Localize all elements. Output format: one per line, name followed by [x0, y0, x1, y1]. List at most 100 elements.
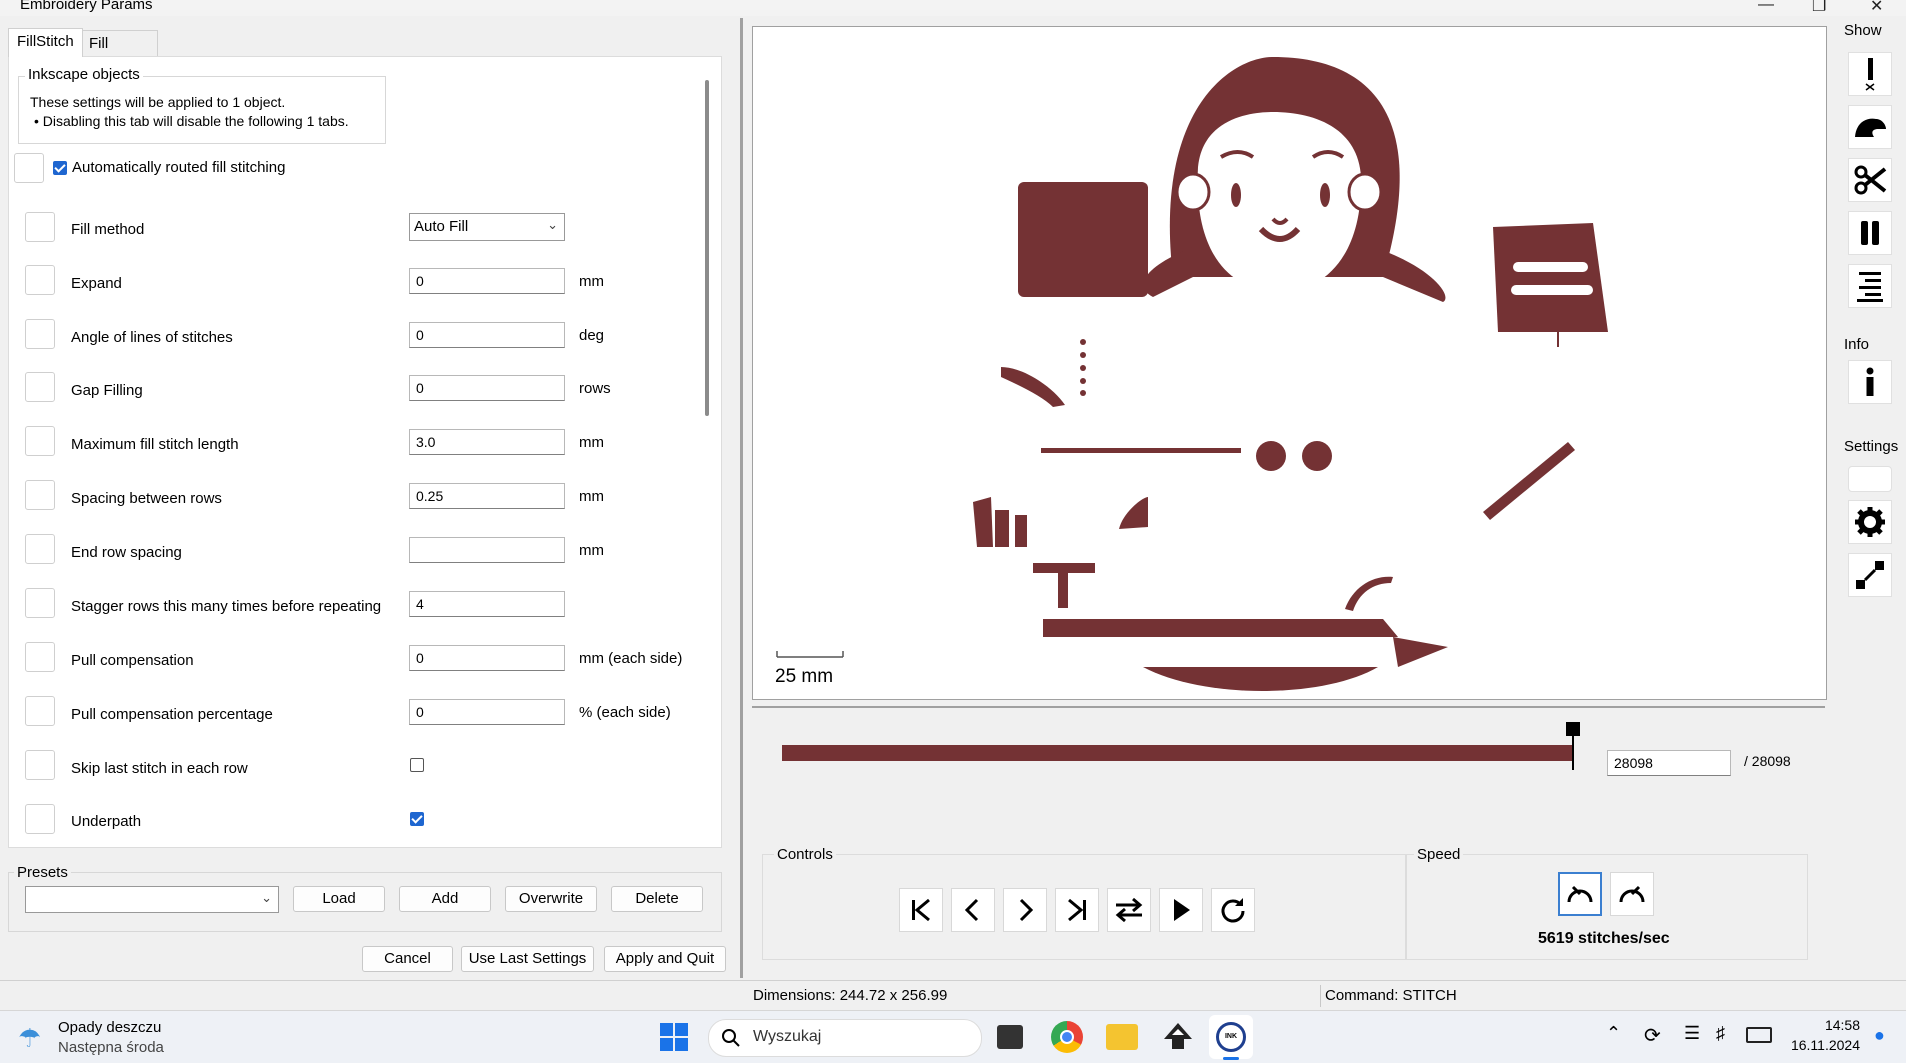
use-last-settings-button[interactable]: Use Last Settings [461, 946, 594, 972]
preset-add-button[interactable]: Add [399, 886, 491, 912]
restore-icon[interactable]: ❐ [1812, 0, 1826, 16]
param-toggle-underpath[interactable] [25, 804, 55, 834]
param-toggle-pull-comp-percent[interactable] [25, 696, 55, 726]
preset-overwrite-button[interactable]: Overwrite [505, 886, 597, 912]
param-toggle-skip-last[interactable] [25, 750, 55, 780]
inkstitch-active-app[interactable]: INK [1209, 1015, 1253, 1060]
auto-route-checkbox[interactable] [53, 161, 67, 175]
underpath-checkbox[interactable] [410, 812, 424, 826]
inkscape-icon[interactable] [1162, 1021, 1194, 1053]
info-button[interactable] [1848, 360, 1892, 404]
clock-date[interactable]: 16.11.2024 [1780, 1037, 1860, 1053]
tab-fill-underlay[interactable]: Fill Underlay [80, 30, 159, 78]
max-stitch-length-unit: mm [579, 434, 604, 451]
task-view-icon[interactable] [997, 1025, 1023, 1049]
preset-delete-button[interactable]: Delete [611, 886, 703, 912]
chevron-up-icon[interactable]: ⌃ [1606, 1023, 1621, 1044]
chrome-icon[interactable] [1051, 1021, 1083, 1053]
end-row-spacing-input[interactable] [409, 537, 565, 563]
skip-last-checkbox[interactable] [410, 758, 424, 772]
control-buttons [899, 888, 1269, 932]
slower-button[interactable] [1558, 872, 1602, 916]
presets-select[interactable]: ⌄ [25, 886, 279, 913]
detach-button[interactable] [1848, 553, 1892, 597]
close-icon[interactable]: ✕ [1870, 0, 1883, 16]
settings-scrollbar[interactable] [705, 80, 709, 416]
gap-filling-input[interactable] [409, 375, 565, 401]
file-explorer-icon[interactable] [1106, 1024, 1138, 1050]
row-spacing-input[interactable] [409, 483, 565, 509]
preset-load-button[interactable]: Load [293, 886, 385, 912]
settings-blank-button[interactable] [1848, 466, 1892, 492]
current-stitch-input[interactable] [1607, 750, 1731, 776]
battery-icon[interactable] [1746, 1027, 1772, 1043]
param-toggle-end-row-spacing[interactable] [25, 534, 55, 564]
param-toggle-max-stitch-length[interactable] [25, 426, 55, 456]
param-toggle-pull-comp[interactable] [25, 642, 55, 672]
tab-fillstitch[interactable]: FillStitch [8, 28, 83, 57]
show-trims-button[interactable] [1848, 158, 1892, 202]
windows-start-icon[interactable] [660, 1023, 688, 1051]
chevron-down-icon: ⌄ [261, 890, 272, 905]
param-toggle-angle[interactable] [25, 319, 55, 349]
param-toggle-fill-method[interactable] [25, 212, 55, 242]
play-button[interactable] [1159, 888, 1203, 932]
show-stops-button[interactable] [1848, 211, 1892, 255]
show-jumps-button[interactable] [1848, 105, 1892, 149]
preview-canvas[interactable]: 25 mm [752, 26, 1827, 700]
gap-filling-unit: rows [579, 380, 611, 397]
slider-handle[interactable] [1566, 722, 1580, 736]
presets-legend: Presets [14, 864, 71, 881]
param-label-pull-comp-percent: Pull compensation percentage [71, 706, 273, 723]
stagger-input[interactable] [409, 591, 565, 617]
speed-up-icon [1619, 885, 1645, 903]
expand-input[interactable] [409, 268, 565, 294]
skip-last-icon [1068, 898, 1086, 922]
max-stitch-length-input[interactable] [409, 429, 565, 455]
direction-toggle-button[interactable] [1107, 888, 1151, 932]
param-toggle-gap-filling[interactable] [25, 372, 55, 402]
right-sidebar: Show Info Settings [1834, 18, 1906, 813]
taskbar-search[interactable]: Wyszukaj [708, 1019, 982, 1057]
apply-and-quit-button[interactable]: Apply and Quit [604, 946, 726, 972]
param-toggle-row-spacing[interactable] [25, 480, 55, 510]
pull-comp-percent-unit: % (each side) [579, 704, 671, 721]
expand-icon [1856, 561, 1884, 589]
last-stitch-button[interactable] [1055, 888, 1099, 932]
pull-comp-input[interactable] [409, 645, 565, 671]
first-stitch-button[interactable] [899, 888, 943, 932]
inkscape-objects-legend: Inkscape objects [25, 66, 143, 83]
auto-route-toggle[interactable] [14, 153, 44, 183]
param-label-end-row-spacing: End row spacing [71, 544, 182, 561]
chevron-left-icon [964, 898, 979, 922]
settings-button[interactable] [1848, 500, 1892, 544]
pull-comp-percent-input[interactable] [409, 699, 565, 725]
restart-button[interactable] [1211, 888, 1255, 932]
inkscape-objects-group [18, 76, 386, 144]
controls-legend: Controls [774, 846, 836, 863]
show-warnings-button[interactable] [1848, 52, 1892, 96]
minimize-icon[interactable]: — [1758, 0, 1774, 14]
chevron-down-icon: ⌄ [547, 217, 558, 232]
sync-icon[interactable]: ⟳ [1644, 1023, 1661, 1048]
inkstitch-icon: INK [1216, 1022, 1246, 1052]
cancel-button[interactable]: Cancel [362, 946, 453, 972]
param-label-stagger: Stagger rows this many times before repe… [71, 598, 382, 615]
previous-stitch-button[interactable] [951, 888, 995, 932]
param-toggle-expand[interactable] [25, 265, 55, 295]
angle-input[interactable] [409, 322, 565, 348]
param-label-angle: Angle of lines of stitches [71, 329, 233, 346]
next-stitch-button[interactable] [1003, 888, 1047, 932]
weather-title[interactable]: Opady deszczu [58, 1019, 161, 1036]
show-color-changes-button[interactable] [1848, 264, 1892, 308]
fill-method-select[interactable]: Auto Fill ⌄ [409, 213, 565, 241]
clock-time[interactable]: 14:58 [1790, 1017, 1860, 1033]
faster-button[interactable] [1610, 872, 1654, 916]
wifi-icon[interactable]: ☰ [1684, 1023, 1700, 1044]
embroidery-preview [776, 57, 1608, 691]
param-toggle-stagger[interactable] [25, 588, 55, 618]
volume-muted-icon[interactable]: ♯ [1716, 1023, 1725, 1044]
pane-splitter[interactable] [740, 18, 743, 978]
objects-info-line1: These settings will be applied to 1 obje… [30, 94, 286, 110]
notification-bell-icon[interactable]: ● [1874, 1025, 1885, 1046]
